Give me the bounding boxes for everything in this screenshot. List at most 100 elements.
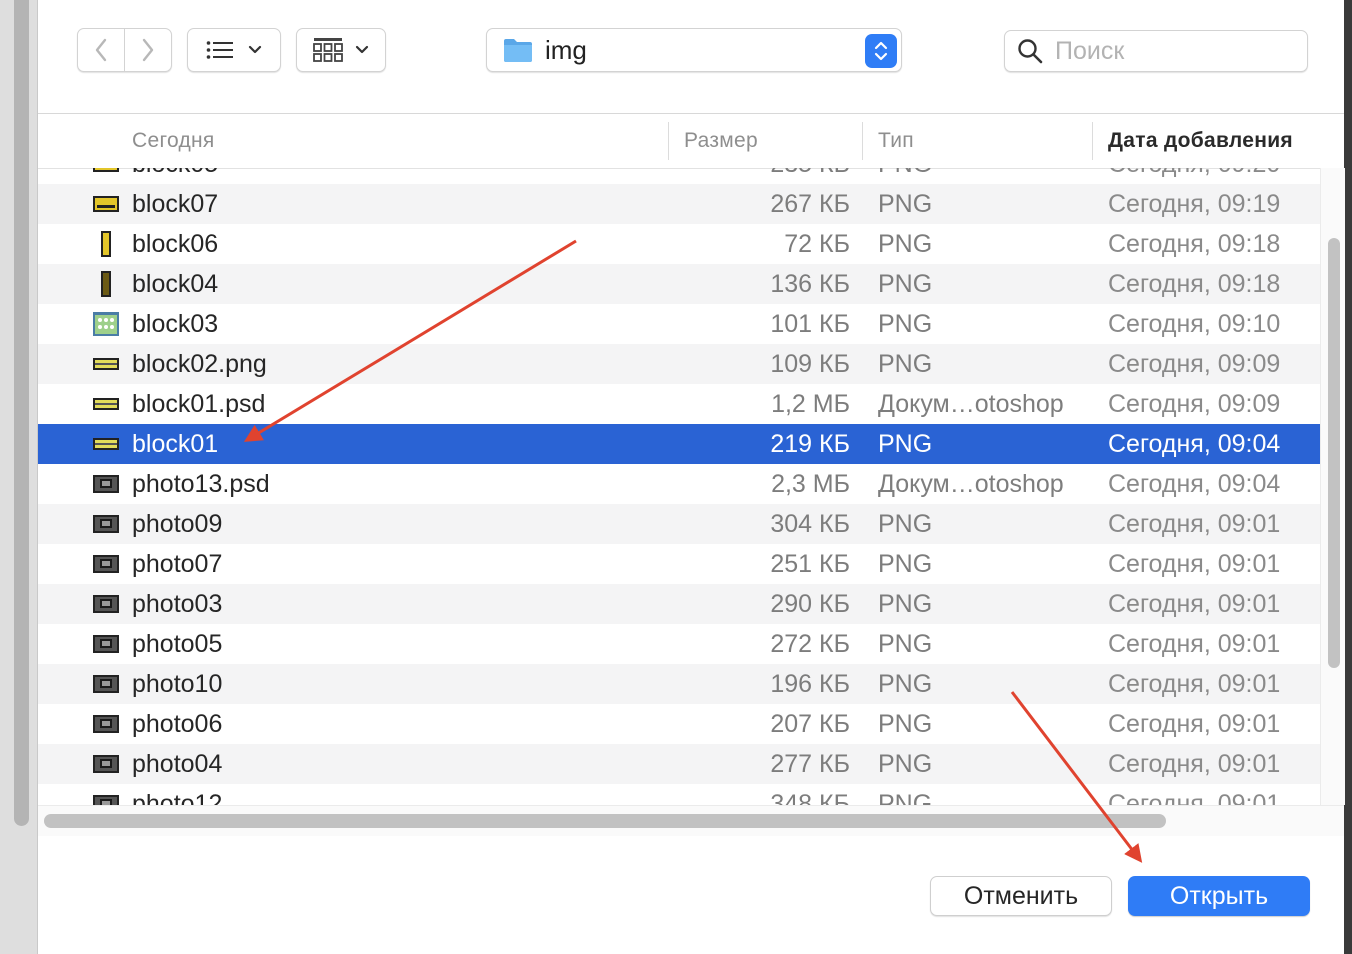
file-row[interactable]: photo06 207 КБ PNG Сегодня, 09:01 xyxy=(38,704,1320,744)
background-scrollbar xyxy=(14,0,29,826)
file-thumbnail-icon xyxy=(93,168,119,172)
search-field[interactable]: Поиск xyxy=(1004,30,1308,72)
file-row[interactable]: photo04 277 КБ PNG Сегодня, 09:01 xyxy=(38,744,1320,784)
horizontal-scroll-thumb[interactable] xyxy=(44,814,1166,828)
file-row[interactable]: photo05 272 КБ PNG Сегодня, 09:01 xyxy=(38,624,1320,664)
vertical-scrollbar[interactable] xyxy=(1320,168,1345,805)
file-thumbnail-icon xyxy=(93,438,119,450)
file-row[interactable]: block06 72 КБ PNG Сегодня, 09:18 xyxy=(38,224,1320,264)
open-file-dialog: img Поиск Сегодня Размер Тип Дата добавл… xyxy=(38,0,1345,954)
chevron-down-icon xyxy=(355,45,369,54)
file-name: block01.psd xyxy=(132,390,266,418)
file-type: PNG xyxy=(878,168,932,184)
file-name: block06 xyxy=(132,230,219,258)
column-date-added[interactable]: Дата добавления xyxy=(1108,114,1293,168)
file-type: PNG xyxy=(878,190,933,218)
navigation-buttons xyxy=(77,28,172,72)
file-type: PNG xyxy=(878,310,933,338)
horizontal-scrollbar[interactable] xyxy=(38,805,1344,837)
file-row[interactable]: block01.psd 1,2 МБ Докум…otoshop Сегодня, 0… xyxy=(38,384,1320,424)
file-name: photo13.psd xyxy=(132,470,270,498)
file-date-added: Сегодня, 09:10 xyxy=(1108,310,1281,338)
file-row[interactable]: photo10 196 КБ PNG Сегодня, 09:01 xyxy=(38,664,1320,704)
file-thumbnail-icon xyxy=(93,358,119,370)
file-date-added: Сегодня, 09:19 xyxy=(1108,190,1281,218)
list-view-button[interactable] xyxy=(187,28,281,72)
file-row[interactable]: photo09 304 КБ PNG Сегодня, 09:01 xyxy=(38,504,1320,544)
file-size: 251 КБ xyxy=(770,550,850,578)
file-row[interactable]: photo13.psd 2,3 МБ Докум…otoshop Сегодня, 0… xyxy=(38,464,1320,504)
file-type: PNG xyxy=(878,790,933,805)
file-row[interactable]: block03 101 КБ PNG Сегодня, 09:10 xyxy=(38,304,1320,344)
file-type: PNG xyxy=(878,590,933,618)
grid-view-button[interactable] xyxy=(296,28,386,72)
file-name: photo05 xyxy=(132,630,223,658)
file-date-added: Сегодня, 09:18 xyxy=(1108,270,1281,298)
file-name: photo03 xyxy=(132,590,223,618)
file-date-added: Сегодня, 09:01 xyxy=(1108,550,1281,578)
file-size: 348 КБ xyxy=(770,790,850,805)
file-type: PNG xyxy=(878,750,933,778)
grid-view-icon xyxy=(313,38,343,62)
file-date-added: Сегодня, 09:20 xyxy=(1108,168,1280,184)
file-date-added: Сегодня, 09:01 xyxy=(1108,670,1281,698)
location-stepper[interactable] xyxy=(865,34,897,68)
file-row[interactable]: block07 267 КБ PNG Сегодня, 09:19 xyxy=(38,184,1320,224)
back-button[interactable] xyxy=(78,29,124,71)
file-type: Докум…otoshop xyxy=(878,390,1064,418)
file-size: 1,2 МБ xyxy=(771,390,850,418)
file-row[interactable]: block02.png 109 КБ PNG Сегодня, 09:09 xyxy=(38,344,1320,384)
dialog-footer: Отменить Открыть xyxy=(38,836,1344,954)
location-popup[interactable]: img xyxy=(486,28,902,72)
file-size: 272 КБ xyxy=(770,630,850,658)
file-row[interactable]: block05 235 КБ PNG Сегодня, 09:20 xyxy=(38,168,1320,184)
file-type: PNG xyxy=(878,350,933,378)
file-name: block04 xyxy=(132,270,219,298)
file-thumbnail-icon xyxy=(93,515,119,533)
file-size: 136 КБ xyxy=(770,270,850,298)
file-thumbnail-icon xyxy=(93,795,119,805)
file-type: Докум…otoshop xyxy=(878,470,1064,498)
file-name: block02.png xyxy=(132,350,267,378)
file-row[interactable]: photo07 251 КБ PNG Сегодня, 09:01 xyxy=(38,544,1320,584)
cancel-button[interactable]: Отменить xyxy=(930,876,1112,916)
file-type: PNG xyxy=(878,270,933,298)
column-size[interactable]: Размер xyxy=(684,114,758,168)
vertical-scroll-thumb[interactable] xyxy=(1328,238,1340,668)
file-name: block07 xyxy=(132,190,219,218)
file-size: 304 КБ xyxy=(770,510,850,538)
chevron-down-icon xyxy=(248,45,262,54)
file-thumbnail-icon xyxy=(93,196,119,212)
column-type[interactable]: Тип xyxy=(878,114,914,168)
search-icon xyxy=(1018,39,1043,64)
file-name: block01 xyxy=(132,430,219,458)
file-size: 219 КБ xyxy=(770,430,850,458)
file-date-added: Сегодня, 09:01 xyxy=(1108,750,1281,778)
file-date-added: Сегодня, 09:09 xyxy=(1108,390,1281,418)
file-type: PNG xyxy=(878,710,933,738)
file-size: 72 КБ xyxy=(784,230,850,258)
file-date-added: Сегодня, 09:09 xyxy=(1108,350,1281,378)
open-button[interactable]: Открыть xyxy=(1128,876,1310,916)
file-row[interactable]: photo12 348 КБ PNG Сегодня, 09:01 xyxy=(38,784,1320,805)
file-row[interactable]: block01 219 КБ PNG Сегодня, 09:04 xyxy=(38,424,1320,464)
file-name: block05 xyxy=(132,168,218,184)
file-size: 235 КБ xyxy=(770,168,850,184)
file-thumbnail-icon xyxy=(93,595,119,613)
chevron-right-icon xyxy=(142,38,154,62)
file-list: block05 235 КБ PNG Сегодня, 09:20 block07 267… xyxy=(38,168,1320,805)
forward-button[interactable] xyxy=(125,29,171,71)
location-name: img xyxy=(545,34,587,65)
file-thumbnail-icon xyxy=(93,675,119,693)
folder-icon xyxy=(504,39,532,62)
file-name: photo04 xyxy=(132,750,223,778)
file-row[interactable]: block04 136 КБ PNG Сегодня, 09:18 xyxy=(38,264,1320,304)
column-name[interactable]: Сегодня xyxy=(132,114,215,168)
column-header: Сегодня Размер Тип Дата добавления xyxy=(38,114,1344,169)
file-date-added: Сегодня, 09:04 xyxy=(1108,430,1281,458)
file-thumbnail-icon xyxy=(93,312,119,336)
file-date-added: Сегодня, 09:01 xyxy=(1108,630,1281,658)
file-row[interactable]: photo03 290 КБ PNG Сегодня, 09:01 xyxy=(38,584,1320,624)
file-type: PNG xyxy=(878,550,933,578)
file-date-added: Сегодня, 09:01 xyxy=(1108,710,1281,738)
